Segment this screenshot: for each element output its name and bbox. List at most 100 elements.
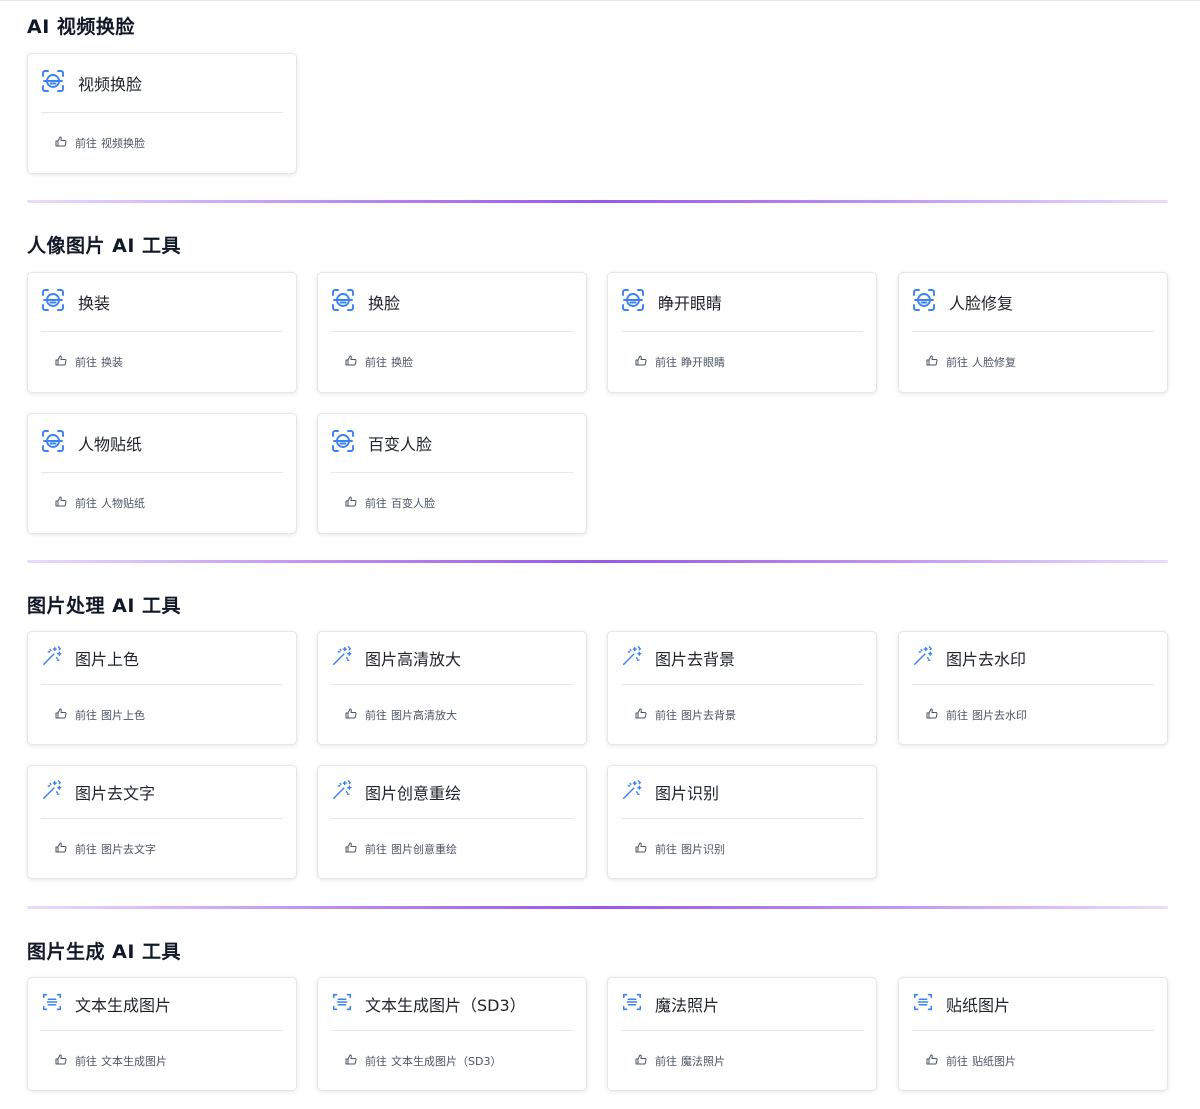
magic-wand-icon [331,645,353,671]
card-header: 图片上色 [41,632,283,685]
text-scan-icon [41,991,63,1017]
magic-wand-icon [621,645,643,671]
thumb-up-hand-icon [345,842,357,856]
top-border [0,0,1200,1]
tool-card[interactable]: 图片去背景前往 图片去背景 [607,631,877,745]
thumb-up-hand-icon [55,708,67,722]
card-header: 人脸修复 [912,273,1154,332]
thumb-up-hand-icon [926,708,938,722]
magic-wand-icon [41,779,63,805]
go-link[interactable]: 前往 换装 [55,354,123,370]
tool-card[interactable]: 人脸修复前往 人脸修复 [898,272,1168,393]
go-target: 图片去水印 [972,709,1027,722]
card-header: 人物贴纸 [41,414,283,473]
go-link[interactable]: 前往 图片识别 [635,841,725,857]
go-label: 前往 [75,137,97,150]
go-link[interactable]: 前往 百变人脸 [345,495,435,511]
tool-card[interactable]: 人物贴纸前往 人物贴纸 [27,413,297,534]
tool-card[interactable]: 图片识别 前往 图片识别 [607,765,877,879]
thumb-up-hand-icon [926,1054,938,1068]
card-title: 图片去文字 [75,784,156,803]
go-target: 图片上色 [101,709,145,722]
go-link[interactable]: 前往 人物贴纸 [55,495,145,511]
tool-card[interactable]: 换脸 前往 换脸 [317,272,587,393]
tool-card[interactable]: 视频换脸 前往 视频换脸 [27,53,297,174]
tool-card[interactable]: 文本生成图片前往 文本生成图片 [27,977,297,1091]
card-header: 贴纸图片 [912,978,1154,1031]
go-target: 换脸 [391,356,413,369]
go-link[interactable]: 前往 文本生成图片 [55,1053,167,1069]
go-link[interactable]: 前往 睁开眼睛 [635,354,725,370]
card-title: 图片上色 [75,650,140,669]
face-scan-icon [912,288,936,316]
card-title: 换脸 [368,294,401,313]
tool-card[interactable]: 图片创意重绘 前往 图片创意重绘 [317,765,587,879]
thumb-up-hand-icon [55,842,67,856]
go-link[interactable]: 前往 换脸 [345,354,413,370]
card-title: 图片去水印 [946,650,1027,669]
go-target: 图片高清放大 [391,709,457,722]
go-label: 前往 [75,843,97,856]
go-label: 前往 [75,1055,97,1068]
tool-card[interactable]: 换装 前往 换装 [27,272,297,393]
go-link[interactable]: 前往 图片上色 [55,707,145,723]
section-title: 图片生成 AI 工具 [27,941,182,963]
go-label: 前往 [75,709,97,722]
thumb-up-hand-icon [55,1054,67,1068]
go-link[interactable]: 前往 人脸修复 [926,354,1016,370]
go-link[interactable]: 前往 文本生成图片（SD3） [345,1053,501,1069]
card-title: 魔法照片 [655,996,720,1015]
thumb-up-hand-icon [345,1054,357,1068]
tool-card[interactable]: 文本生成图片（SD3） 前往 文本生成图片（SD3） [317,977,587,1091]
thumb-up-hand-icon [926,355,938,369]
face-scan-icon [41,69,65,97]
thumb-up-hand-icon [635,1054,647,1068]
go-link[interactable]: 前往 贴纸图片 [926,1053,1016,1069]
tool-card[interactable]: 图片高清放大 前往 图片高清放大 [317,631,587,745]
card-title: 换装 [78,294,111,313]
section-divider [27,906,1168,909]
go-link[interactable]: 前往 图片高清放大 [345,707,457,723]
go-link[interactable]: 前往 图片创意重绘 [345,841,457,857]
go-target: 视频换脸 [101,137,145,150]
go-link[interactable]: 前往 图片去水印 [926,707,1027,723]
magic-wand-icon [912,645,934,671]
magic-wand-icon [621,779,643,805]
go-target: 贴纸图片 [972,1055,1016,1068]
go-link[interactable]: 前往 图片去背景 [635,707,736,723]
card-title: 人物贴纸 [78,435,143,454]
card-header: 视频换脸 [41,54,283,113]
face-scan-icon [621,288,645,316]
card-header: 睁开眼睛 [621,273,863,332]
card-header: 图片去背景 [621,632,863,685]
tool-card[interactable]: 贴纸图片 前往 贴纸图片 [898,977,1168,1091]
card-title: 文本生成图片（SD3） [365,996,526,1015]
go-link[interactable]: 前往 魔法照片 [635,1053,725,1069]
tool-card[interactable]: 魔法照片前往 魔法照片 [607,977,877,1091]
go-target: 文本生成图片（SD3） [391,1055,502,1068]
go-label: 前往 [946,1055,968,1068]
card-title: 贴纸图片 [946,996,1011,1015]
tool-card[interactable]: 百变人脸 前往 百变人脸 [317,413,587,534]
tool-card[interactable]: 图片上色 前往 图片上色 [27,631,297,745]
go-link[interactable]: 前往 图片去文字 [55,841,156,857]
card-header: 图片高清放大 [331,632,573,685]
tool-card[interactable]: 睁开眼睛前往 睁开眼睛 [607,272,877,393]
section-divider [27,200,1168,203]
thumb-up-hand-icon [345,496,357,510]
go-target: 换装 [101,356,123,369]
go-label: 前往 [655,1055,677,1068]
tool-card[interactable]: 图片去水印 前往 图片去水印 [898,631,1168,745]
section-divider [27,560,1168,563]
card-header: 文本生成图片（SD3） [331,978,573,1031]
go-label: 前往 [75,356,97,369]
thumb-up-hand-icon [55,136,67,150]
face-scan-icon [41,288,65,316]
thumb-up-hand-icon [635,708,647,722]
tool-card[interactable]: 图片去文字前往 图片去文字 [27,765,297,879]
go-label: 前往 [365,709,387,722]
card-header: 文本生成图片 [41,978,283,1031]
go-link[interactable]: 前往 视频换脸 [55,135,145,151]
card-header: 换装 [41,273,283,332]
card-title: 图片高清放大 [365,650,462,669]
